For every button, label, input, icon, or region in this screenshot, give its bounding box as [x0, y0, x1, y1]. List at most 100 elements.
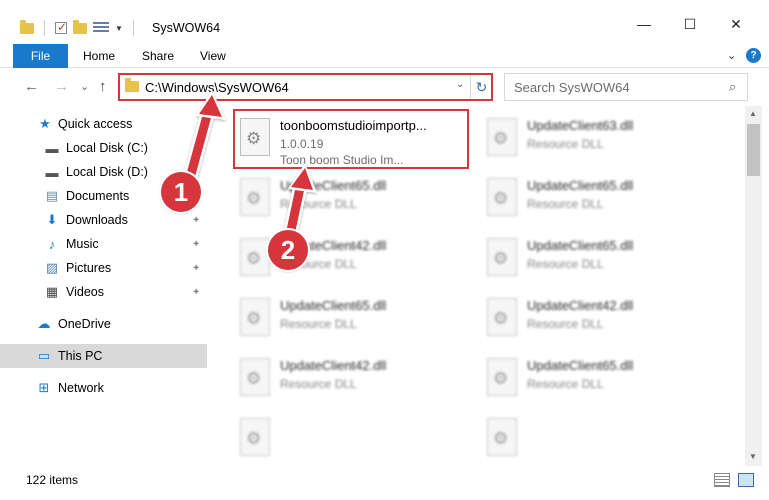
search-icon[interactable]: ⌕ — [729, 79, 736, 95]
maximize-button[interactable]: ☐ — [667, 16, 713, 33]
file-description: Resource DLL — [280, 317, 357, 331]
back-arrow-icon[interactable]: ← — [24, 78, 39, 95]
toolbar-divider — [132, 20, 134, 36]
file-description: Resource DLL — [280, 197, 357, 211]
file-description: Resource DLL — [280, 377, 357, 391]
sidebar-item-label: Quick access — [58, 117, 133, 131]
pin-icon[interactable]: ✦ — [192, 263, 200, 274]
file-tile[interactable]: UpdateClient65.dll Resource DLL — [481, 170, 719, 228]
sidebar-item-onedrive[interactable]: ☁ OneDrive — [0, 312, 207, 336]
pin-icon[interactable]: ✦ — [192, 215, 200, 226]
sidebar-item-pictures[interactable]: ▨ Pictures ✦ — [0, 256, 207, 280]
sidebar-item-videos[interactable]: ▦ Videos ✦ — [0, 280, 207, 304]
dll-file-icon — [487, 178, 517, 216]
close-button[interactable]: ✕ — [713, 16, 759, 33]
properties-icon[interactable] — [93, 22, 109, 34]
file-tile[interactable]: UpdateClient65.dll Resource DLL — [481, 350, 719, 408]
sidebar-item-local-disk-c[interactable]: ▬ Local Disk (C:) — [0, 136, 207, 160]
file-name: UpdateClient65.dll — [527, 358, 634, 373]
toolbar-divider — [44, 20, 45, 36]
sidebar-item-quick-access[interactable]: ★ Quick access — [0, 112, 207, 136]
customize-toolbar-chevron-icon[interactable]: ▼ — [115, 24, 123, 33]
dll-file-icon — [240, 118, 270, 156]
properties-check-icon[interactable] — [55, 20, 67, 34]
file-tile[interactable]: UpdateClient65.dll Resource DLL — [481, 230, 719, 288]
sidebar-item-network[interactable]: ⊞ Network — [0, 376, 207, 400]
address-bar[interactable]: C:\Windows\SysWOW64 ⌄ ↻ — [118, 73, 493, 101]
dll-file-icon — [487, 298, 517, 336]
documents-icon: ▤ — [45, 188, 59, 203]
file-tile[interactable]: UpdateClient65.dll Resource DLL — [234, 290, 472, 348]
up-arrow-icon[interactable]: ↑ — [99, 78, 107, 95]
vertical-scrollbar[interactable]: ▲ ▼ — [745, 106, 762, 466]
help-icon[interactable]: ? — [746, 48, 761, 63]
file-tile-toonboomstudioimport[interactable]: toonboomstudioimportp... 1.0.0.19 Toon b… — [234, 110, 472, 168]
music-icon: ♪ — [48, 236, 56, 252]
dll-file-icon — [487, 418, 517, 456]
file-name: UpdateClient42.dll — [527, 298, 634, 313]
scroll-up-arrow-icon[interactable]: ▲ — [749, 109, 757, 118]
folder-icon — [125, 78, 139, 92]
folder-icon[interactable] — [20, 19, 34, 34]
dll-file-icon — [487, 238, 517, 276]
tab-home[interactable]: Home — [83, 44, 115, 68]
file-tile[interactable] — [481, 410, 719, 466]
file-name: UpdateClient65.dll — [280, 298, 387, 313]
search-input[interactable]: Search SysWOW64 — [514, 80, 630, 95]
tab-file[interactable]: File — [13, 44, 68, 68]
file-name: UpdateClient65.dll — [280, 178, 387, 193]
computer-icon: ▭ — [37, 348, 51, 363]
address-path[interactable]: C:\Windows\SysWOW64 — [145, 80, 289, 95]
search-box[interactable]: Search SysWOW64 ⌕ — [504, 73, 748, 101]
minimize-button[interactable]: — — [621, 16, 667, 32]
sidebar-item-downloads[interactable]: ⬇ Downloads ✦ — [0, 208, 207, 232]
dll-file-icon — [240, 418, 270, 456]
forward-arrow-icon[interactable]: → — [54, 78, 69, 95]
file-tile[interactable]: UpdateClient42.dll Resource DLL — [481, 290, 719, 348]
dll-file-icon — [487, 118, 517, 156]
file-name: toonboomstudioimportp... — [280, 118, 427, 133]
file-description: Resource DLL — [527, 137, 604, 151]
sidebar-item-this-pc[interactable]: ▭ This PC — [0, 344, 207, 368]
new-folder-icon[interactable] — [73, 19, 87, 34]
sidebar-item-label: Local Disk (C:) — [66, 141, 148, 155]
download-icon: ⬇ — [46, 212, 58, 227]
details-view-icon[interactable] — [714, 473, 730, 487]
pin-icon[interactable]: ✦ — [192, 287, 200, 298]
quick-access-toolbar: ▼ — [20, 19, 138, 36]
sidebar-item-label: Pictures — [66, 261, 112, 275]
scroll-down-arrow-icon[interactable]: ▼ — [749, 452, 757, 461]
pin-icon[interactable]: ✦ — [192, 239, 200, 250]
refresh-icon[interactable]: ↻ — [470, 74, 492, 100]
file-name: UpdateClient63.dll — [527, 118, 634, 133]
sidebar-item-label: Network — [58, 381, 104, 395]
file-description: Resource DLL — [527, 257, 604, 271]
sidebar-item-label: Music — [66, 237, 99, 251]
sidebar-item-music[interactable]: ♪ Music ✦ — [0, 232, 207, 256]
address-dropdown-chevron-icon[interactable]: ⌄ — [456, 79, 464, 90]
large-icons-view-icon[interactable] — [738, 473, 754, 487]
tab-view[interactable]: View — [200, 44, 226, 68]
scroll-thumb[interactable] — [747, 124, 760, 176]
file-name: UpdateClient65.dll — [527, 178, 634, 193]
file-tile[interactable]: UpdateClient65.dll Resource DLL — [234, 170, 472, 228]
sidebar-item-label: Videos — [66, 285, 104, 299]
file-version: 1.0.0.19 — [280, 137, 324, 151]
status-bar: 122 items — [0, 466, 769, 500]
item-count: 122 items — [26, 473, 79, 487]
tab-share[interactable]: Share — [142, 44, 174, 68]
file-name: UpdateClient42.dll — [280, 358, 387, 373]
videos-icon: ▦ — [45, 284, 59, 299]
recent-locations-chevron-icon[interactable]: ⌄ — [80, 80, 89, 93]
sidebar-item-label: Local Disk (D:) — [66, 165, 148, 179]
dll-file-icon — [240, 238, 270, 276]
file-tile[interactable]: UpdateClient63.dll Resource DLL — [481, 110, 719, 168]
file-tile[interactable]: UpdateClient42.dll Resource DLL — [234, 350, 472, 408]
file-tile[interactable] — [234, 410, 472, 466]
drive-icon: ▬ — [45, 140, 59, 156]
step-2-badge: 2 — [268, 230, 308, 270]
file-description: Resource DLL — [527, 377, 604, 391]
expand-ribbon-chevron-icon[interactable]: ⌄ — [727, 49, 736, 62]
dll-file-icon — [240, 358, 270, 396]
file-list: toonboomstudioimportp... 1.0.0.19 Toon b… — [207, 106, 745, 466]
